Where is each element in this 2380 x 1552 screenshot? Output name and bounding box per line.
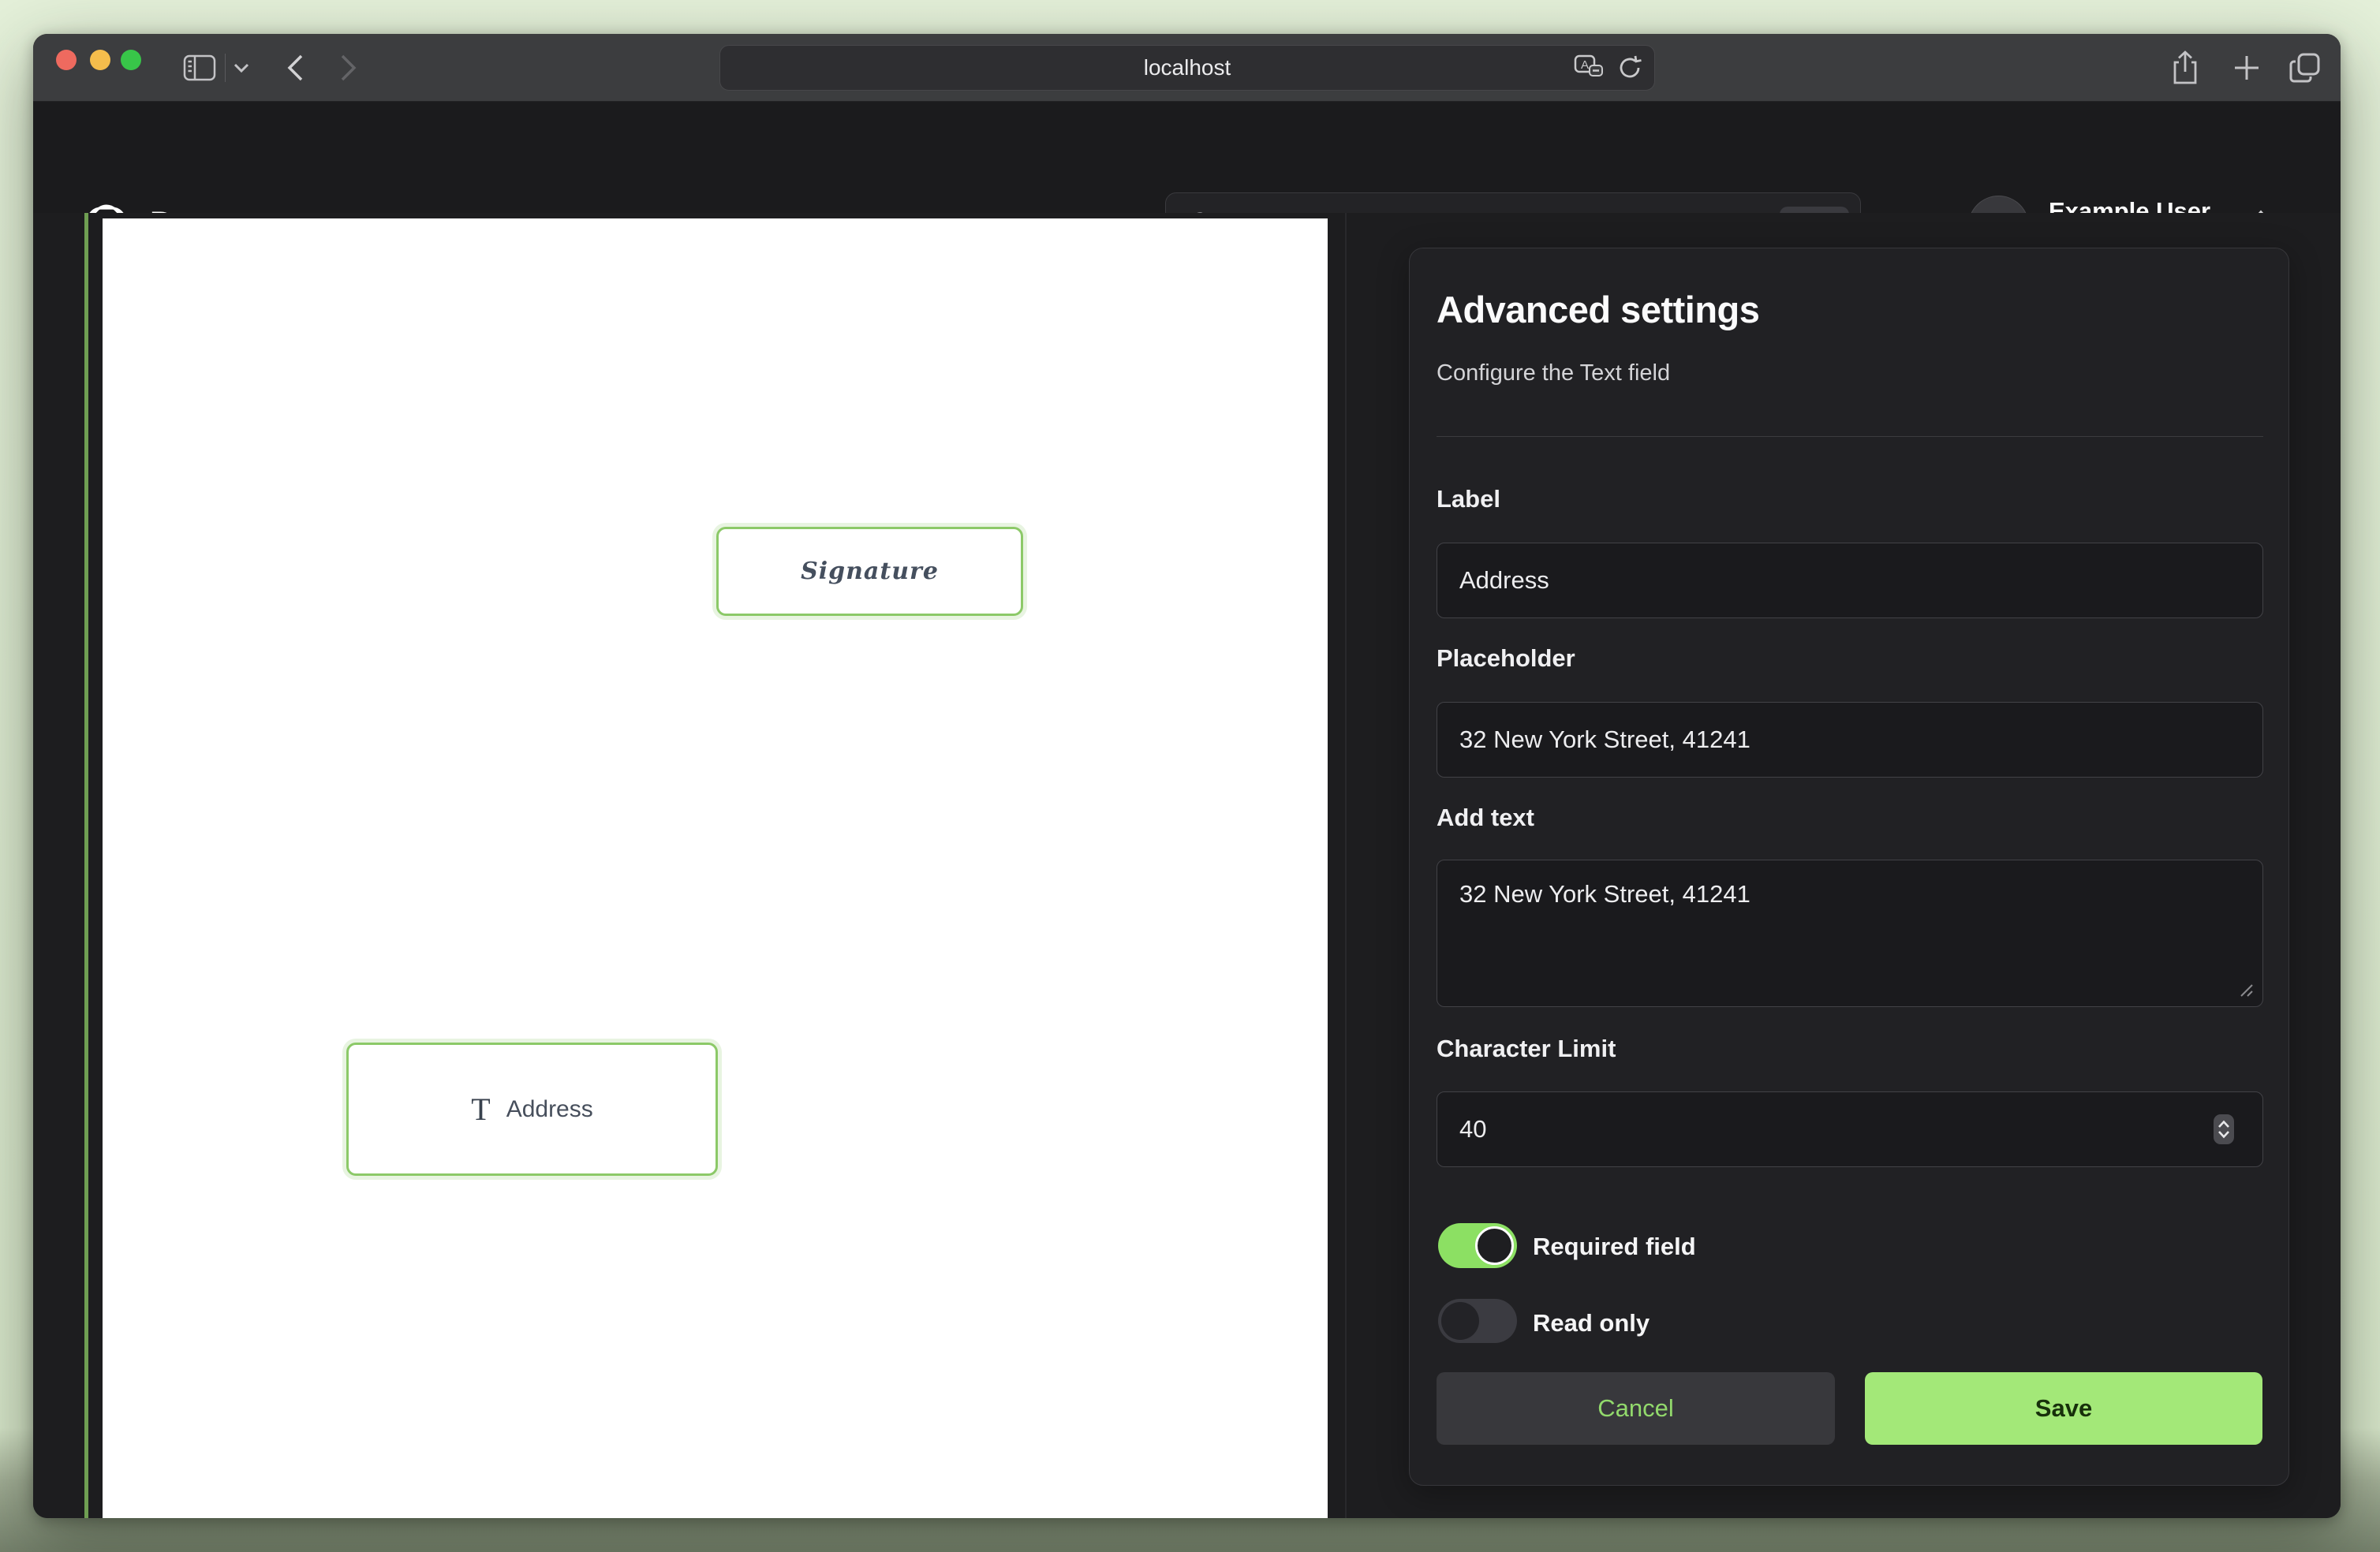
cancel-button[interactable]: Cancel (1437, 1372, 1835, 1445)
document-page: Signature T Address (103, 218, 1328, 1518)
tab-overview-icon[interactable] (2281, 34, 2329, 102)
share-icon[interactable] (2163, 34, 2207, 102)
chevron-down-icon[interactable] (229, 34, 254, 102)
label-input[interactable] (1437, 543, 2263, 618)
toolbar-divider (225, 54, 226, 82)
add-text-field-label: Add text (1437, 804, 1534, 832)
read-only-label: Read only (1533, 1309, 1650, 1337)
sidebar-toggle-icon[interactable] (180, 34, 219, 102)
app-navbar: Documenso Documents Templates Search ⌘+K… (33, 102, 2341, 213)
content-divider (1345, 213, 1347, 1518)
zoom-window-button[interactable] (121, 50, 141, 70)
url-text: localhost (720, 46, 1654, 90)
signature-field-label: Signature (801, 558, 939, 585)
text-field-address[interactable]: T Address (346, 1043, 718, 1176)
placeholder-input[interactable] (1437, 702, 2263, 778)
textarea-resize-handle[interactable] (2236, 980, 2254, 998)
new-tab-icon[interactable] (2225, 34, 2269, 102)
placeholder-field-label: Placeholder (1437, 644, 1575, 673)
text-field-label: Address (506, 1096, 593, 1123)
text-type-icon: T (471, 1091, 490, 1128)
save-button[interactable]: Save (1865, 1372, 2262, 1445)
character-limit-field-label: Character Limit (1437, 1035, 1616, 1063)
advanced-settings-panel: Advanced settings Configure the Text fie… (1409, 248, 2289, 1486)
panel-subtitle: Configure the Text field (1437, 360, 1670, 386)
label-field-label: Label (1437, 485, 1500, 513)
close-window-button[interactable] (56, 50, 77, 70)
required-field-label: Required field (1533, 1233, 1696, 1261)
panel-divider (1437, 436, 2263, 437)
forward-button[interactable] (333, 34, 364, 102)
minimize-window-button[interactable] (90, 50, 110, 70)
browser-toolbar: localhost A (33, 34, 2341, 102)
signature-field[interactable]: Signature (716, 527, 1023, 616)
character-limit-input[interactable] (1437, 1091, 2263, 1167)
back-button[interactable] (279, 34, 311, 102)
content-area: Signature T Address Advanced settings Co… (33, 213, 2341, 1518)
translate-icon[interactable]: A (1574, 46, 1605, 90)
panel-title: Advanced settings (1437, 288, 1759, 331)
browser-window: localhost A (33, 34, 2341, 1518)
toggle-knob (1475, 1226, 1514, 1265)
number-stepper[interactable] (2214, 1114, 2234, 1144)
add-text-textarea[interactable]: 32 New York Street, 41241 (1437, 860, 2263, 1007)
read-only-toggle[interactable] (1438, 1299, 1517, 1343)
reload-icon[interactable] (1616, 46, 1643, 90)
toggle-knob (1441, 1302, 1479, 1340)
required-field-toggle[interactable] (1438, 1223, 1517, 1268)
page-indicator-line (84, 213, 88, 1518)
svg-text:A: A (1581, 58, 1589, 72)
address-bar[interactable]: localhost A (719, 45, 1655, 91)
